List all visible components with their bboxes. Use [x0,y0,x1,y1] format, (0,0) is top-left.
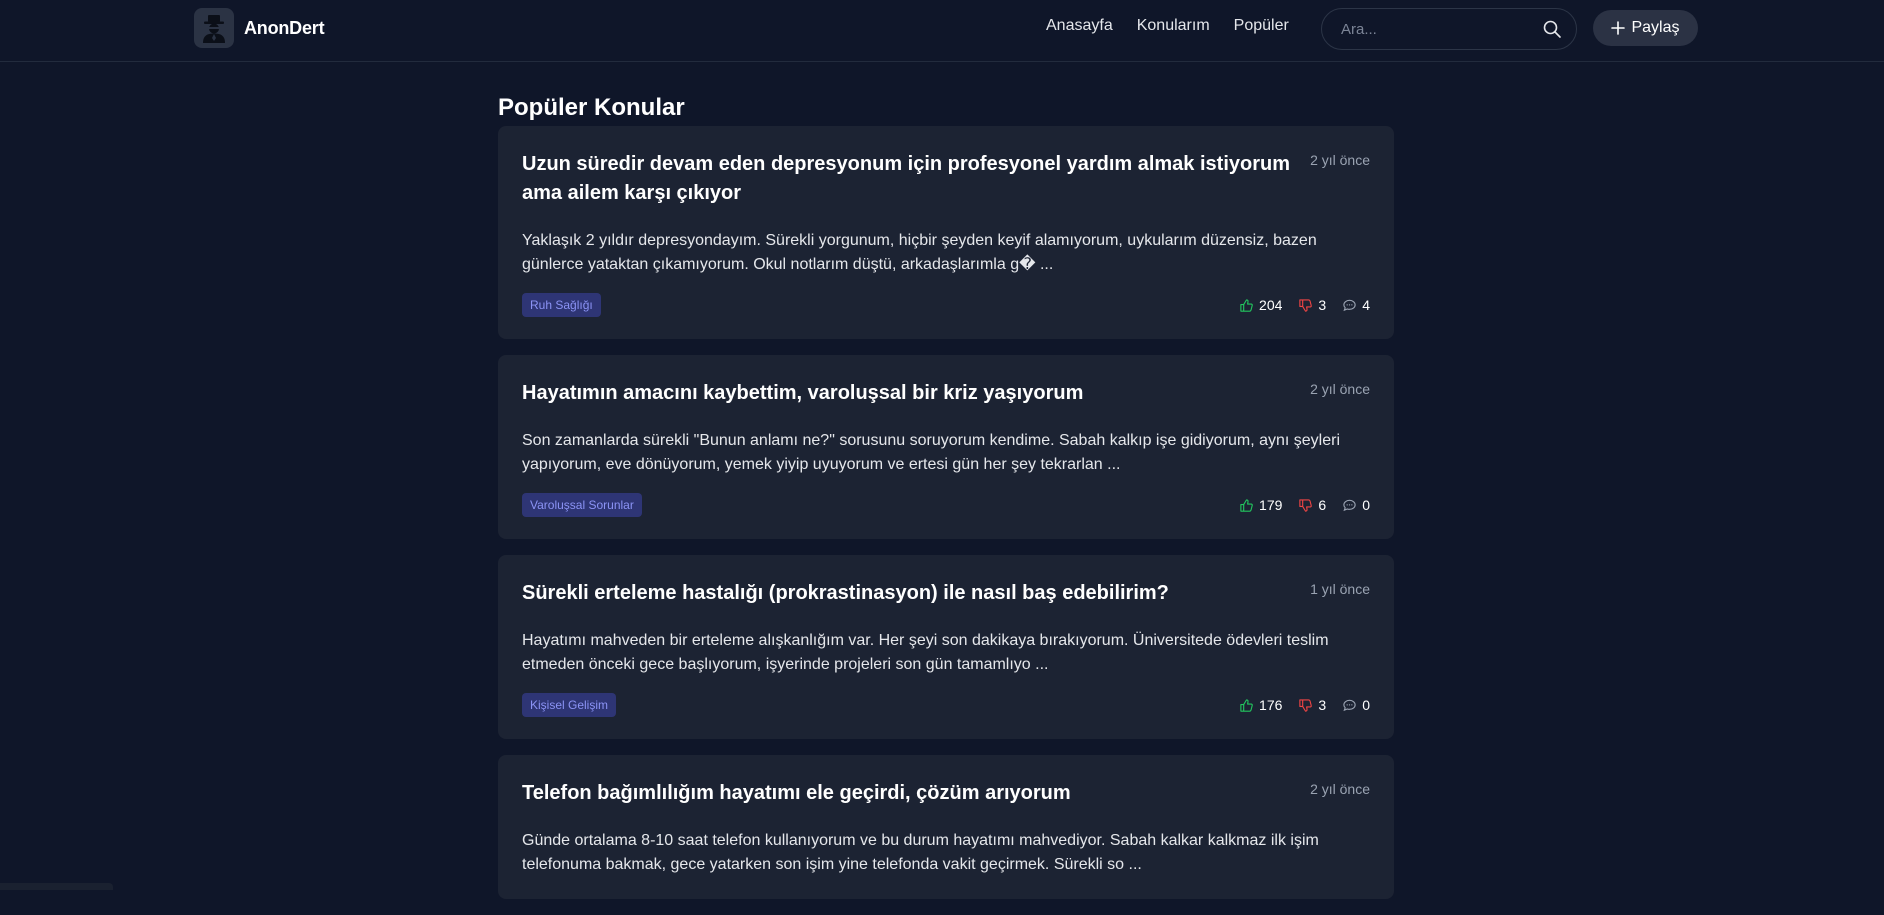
comment-count: 0 [1362,497,1370,513]
category-tag[interactable]: Varoluşsal Sorunlar [522,493,642,517]
search-icon[interactable] [1542,19,1562,39]
post-header: Telefon bağımlılığım hayatımı ele geçird… [522,779,1370,808]
comment-stat[interactable]: 4 [1342,297,1370,313]
top-navbar: AnonDert Anasayfa Konularım Popüler Payl… [0,0,1884,62]
post-footer: Kişisel Gelişim 176 3 0 [522,693,1370,717]
post-stats: 179 6 0 [1239,497,1370,513]
comment-stat[interactable]: 0 [1342,697,1370,713]
post-stats: 176 3 0 [1239,697,1370,713]
post-excerpt: Hayatımı mahveden bir erteleme alışkanlı… [522,632,1329,673]
post-excerpt: Son zamanlarda sürekli "Bunun anlamı ne?… [522,432,1340,473]
post-time: 2 yıl önce [1310,152,1370,168]
post-footer: Ruh Sağlığı 204 3 4 [522,293,1370,317]
brand-name: AnonDert [244,17,325,38]
comment-count: 4 [1362,297,1370,313]
post-excerpt: Yaklaşık 2 yıldır depresyondayım. Sürekl… [522,232,1317,273]
thumbs-up-icon [1240,698,1253,712]
like-stat[interactable]: 179 [1239,497,1282,513]
share-button-label: Paylaş [1631,19,1680,36]
nav-popular-link[interactable]: Popüler [1234,17,1289,35]
comment-bubble-icon [1343,299,1356,311]
like-stat[interactable]: 204 [1239,297,1282,313]
anonymous-avatar-logo-icon [194,8,234,48]
category-tag[interactable]: Ruh Sağlığı [522,293,601,317]
plus-icon [1611,21,1626,35]
post-title[interactable]: Hayatımın amacını kaybettim, varoluşsal … [522,379,1083,408]
like-count: 179 [1259,497,1283,513]
thumbs-down-icon [1299,698,1313,712]
post-time: 2 yıl önce [1310,781,1370,797]
post-stats: 204 3 4 [1239,297,1370,313]
post-list: Uzun süredir devam eden depresyonum için… [498,126,1394,915]
search-input[interactable] [1339,19,1542,39]
dislike-stat[interactable]: 6 [1298,497,1326,513]
search-box [1321,8,1577,50]
dislike-stat[interactable]: 3 [1298,697,1326,713]
dislike-count: 3 [1318,697,1327,713]
comment-bubble-icon [1343,499,1356,511]
dislike-count: 6 [1318,497,1327,513]
post-card[interactable]: Sürekli erteleme hastalığı (prokrastinas… [498,555,1394,739]
thumbs-down-icon [1299,298,1313,312]
post-time: 1 yıl önce [1310,581,1370,597]
post-header: Sürekli erteleme hastalığı (prokrastinas… [522,579,1370,608]
dislike-stat[interactable]: 3 [1298,297,1326,313]
post-header: Hayatımın amacını kaybettim, varoluşsal … [522,379,1370,408]
post-header: Uzun süredir devam eden depresyonum için… [522,150,1370,208]
post-card[interactable]: Uzun süredir devam eden depresyonum için… [498,126,1394,339]
post-footer: Varoluşsal Sorunlar 179 6 0 [522,493,1370,517]
thumbs-up-icon [1240,498,1253,512]
post-card[interactable]: Telefon bağımlılığım hayatımı ele geçird… [498,755,1394,899]
bottom-left-overlay [0,883,113,890]
share-button[interactable]: Paylaş [1593,10,1698,46]
comment-stat[interactable]: 0 [1342,497,1370,513]
nav-my-topics-link[interactable]: Konularım [1137,17,1210,35]
like-stat[interactable]: 176 [1239,697,1282,713]
post-card[interactable]: Hayatımın amacını kaybettim, varoluşsal … [498,355,1394,539]
like-count: 176 [1259,697,1283,713]
post-time: 2 yıl önce [1310,381,1370,397]
post-title[interactable]: Telefon bağımlılığım hayatımı ele geçird… [522,779,1071,808]
comment-count: 0 [1362,697,1370,713]
post-title[interactable]: Sürekli erteleme hastalığı (prokrastinas… [522,579,1169,608]
dislike-count: 3 [1318,297,1327,313]
page-title: Popüler Konular [498,94,685,121]
thumbs-up-icon [1240,298,1253,312]
brand-link[interactable]: AnonDert [194,8,325,48]
category-tag[interactable]: Kişisel Gelişim [522,693,617,717]
post-excerpt: Günde ortalama 8-10 saat telefon kullanı… [522,832,1319,873]
comment-bubble-icon [1343,699,1356,711]
post-title[interactable]: Uzun süredir devam eden depresyonum için… [522,150,1302,208]
nav-home-link[interactable]: Anasayfa [1046,17,1113,35]
thumbs-down-icon [1299,498,1313,512]
main-nav: Anasayfa Konularım Popüler [1046,17,1289,35]
like-count: 204 [1259,297,1283,313]
